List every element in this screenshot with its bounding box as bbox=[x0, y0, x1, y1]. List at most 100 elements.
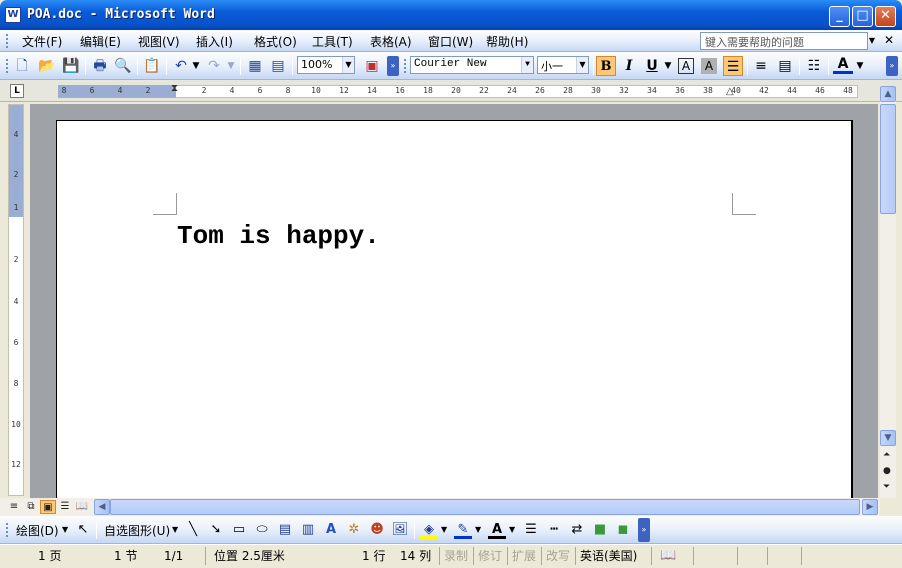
menu-edit[interactable]: 编辑(E) bbox=[80, 33, 121, 50]
new-document-icon[interactable]: 🗋 bbox=[12, 56, 32, 76]
format-toolbar-grip[interactable] bbox=[404, 59, 407, 73]
spelling-status-icon[interactable]: 📖 bbox=[656, 547, 694, 565]
bold-button[interactable]: B bbox=[596, 56, 616, 76]
reading-view-icon[interactable]: 📖 bbox=[74, 500, 90, 514]
save-icon[interactable]: 💾 bbox=[61, 56, 81, 76]
select-objects-icon[interactable]: ↖ bbox=[74, 521, 92, 539]
line-tool-icon[interactable]: ╲ bbox=[184, 521, 202, 539]
font-name-dropdown-icon[interactable]: ▼ bbox=[521, 57, 533, 73]
horizontal-scroll-thumb[interactable] bbox=[110, 499, 860, 515]
clipart-icon[interactable]: ☻ bbox=[368, 521, 386, 539]
status-language[interactable]: 英语(美国) bbox=[576, 547, 652, 565]
normal-view-icon[interactable]: ≡ bbox=[6, 500, 22, 514]
vertical-textbox-icon[interactable]: ▥ bbox=[299, 521, 317, 539]
document-text[interactable]: Tom is happy. bbox=[177, 221, 380, 251]
dash-style-icon[interactable]: ┅ bbox=[545, 521, 563, 539]
undo-icon[interactable]: ↶ bbox=[171, 56, 191, 76]
justify-button[interactable]: ☰ bbox=[723, 56, 743, 76]
font-color-button[interactable]: A bbox=[833, 56, 853, 74]
print-layout-icon[interactable]: ▣ bbox=[40, 500, 56, 514]
drawing-font-color-icon[interactable]: A bbox=[488, 521, 506, 539]
select-browse-object-icon[interactable]: ● bbox=[883, 466, 891, 476]
redo-dropdown-icon[interactable]: ▼ bbox=[226, 56, 236, 76]
open-folder-icon[interactable]: 📂 bbox=[37, 56, 57, 76]
print-icon[interactable]: 🖶 bbox=[90, 56, 110, 76]
read-mode-icon[interactable]: ▣ bbox=[362, 56, 382, 76]
scroll-left-icon[interactable]: ◀ bbox=[94, 499, 110, 515]
menu-grip-handle[interactable] bbox=[6, 34, 9, 48]
distributed-align-icon[interactable]: ▤ bbox=[775, 56, 795, 76]
zoom-select[interactable]: 100% ▼ bbox=[297, 56, 355, 74]
menu-table[interactable]: 表格(A) bbox=[370, 33, 412, 50]
zoom-dropdown-icon[interactable]: ▼ bbox=[342, 57, 354, 73]
next-page-icon[interactable]: ⏷ bbox=[883, 482, 890, 492]
line-style-icon[interactable]: ☰ bbox=[522, 521, 540, 539]
scroll-down-icon[interactable]: ▼ bbox=[880, 430, 896, 446]
title-bar[interactable]: W POA.doc - Microsoft Word _ □ ✕ bbox=[0, 0, 902, 30]
help-dropdown-arrow-icon[interactable]: ▼ bbox=[866, 32, 878, 50]
horizontal-scrollbar[interactable]: ◀ ▶ bbox=[94, 499, 878, 515]
previous-page-icon[interactable]: ⏶ bbox=[883, 450, 890, 460]
toolbar-options-icon-2[interactable]: » bbox=[886, 56, 898, 76]
autoshapes-dropdown-icon[interactable]: ▼ bbox=[172, 525, 178, 534]
scroll-right-icon[interactable]: ▶ bbox=[862, 499, 878, 515]
menu-insert[interactable]: 插入(I) bbox=[196, 33, 233, 50]
close-document-button[interactable]: ✕ bbox=[884, 33, 894, 47]
menu-help[interactable]: 帮助(H) bbox=[486, 33, 528, 50]
menu-tools[interactable]: 工具(T) bbox=[312, 33, 353, 50]
status-extend[interactable]: 扩展 bbox=[508, 547, 542, 565]
shadow-style-icon[interactable]: ■ bbox=[591, 521, 609, 539]
status-overtype[interactable]: 改写 bbox=[542, 547, 576, 565]
menu-file[interactable]: 文件(F) bbox=[22, 33, 62, 50]
arrow-style-icon[interactable]: ⇄ bbox=[568, 521, 586, 539]
drawing-toolbar-grip[interactable] bbox=[6, 523, 9, 537]
drawing-toolbar-options-icon[interactable]: » bbox=[638, 518, 650, 542]
toolbar-options-icon[interactable]: » bbox=[387, 56, 399, 76]
character-shading-button[interactable]: A bbox=[701, 58, 717, 74]
italic-button[interactable]: I bbox=[619, 56, 639, 76]
bullets-list-icon[interactable]: ☷ bbox=[804, 56, 824, 76]
drawing-font-color-dropdown-icon[interactable]: ▼ bbox=[509, 525, 515, 534]
diagram-icon[interactable]: ✲ bbox=[345, 521, 363, 539]
excel-table-icon[interactable]: ▤ bbox=[268, 56, 288, 76]
textbox-tool-icon[interactable]: ▤ bbox=[276, 521, 294, 539]
rectangle-tool-icon[interactable]: ▭ bbox=[230, 521, 248, 539]
tab-selector[interactable]: L bbox=[10, 84, 24, 98]
document-page[interactable]: Tom is happy. bbox=[56, 120, 853, 498]
autoshapes-menu-button[interactable]: 自选图形(U) bbox=[104, 522, 170, 539]
vertical-scrollbar[interactable]: ▲ ▼ ⏶ ● ⏷ bbox=[880, 86, 896, 498]
line-color-dropdown-icon[interactable]: ▼ bbox=[475, 525, 481, 534]
help-question-input[interactable]: 键入需要帮助的问题 bbox=[700, 32, 868, 50]
character-border-button[interactable]: A bbox=[678, 58, 694, 74]
arrow-tool-icon[interactable]: ➘ bbox=[207, 521, 225, 539]
underline-button[interactable]: U bbox=[642, 56, 662, 76]
font-color-dropdown-icon[interactable]: ▼ bbox=[855, 56, 865, 76]
oval-tool-icon[interactable]: ⬭ bbox=[253, 521, 271, 539]
menu-window[interactable]: 窗口(W) bbox=[428, 33, 473, 50]
underline-dropdown-icon[interactable]: ▼ bbox=[663, 56, 673, 76]
redo-icon[interactable]: ↷ bbox=[204, 56, 224, 76]
3d-style-icon[interactable]: ◼ bbox=[614, 521, 632, 539]
paste-icon[interactable]: 📋 bbox=[142, 56, 162, 76]
indent-marker-icon[interactable]: ⧗ bbox=[171, 83, 178, 94]
vertical-scroll-thumb[interactable] bbox=[880, 104, 896, 214]
toolbar-grip-handle[interactable] bbox=[6, 59, 9, 73]
minimize-button[interactable]: _ bbox=[829, 6, 850, 27]
status-track-changes[interactable]: 修订 bbox=[474, 547, 508, 565]
outline-view-icon[interactable]: ☰ bbox=[57, 500, 73, 514]
line-color-icon[interactable]: ✎ bbox=[454, 521, 472, 539]
wordart-icon[interactable]: A bbox=[322, 521, 340, 539]
status-record[interactable]: 录制 bbox=[440, 547, 474, 565]
print-preview-icon[interactable]: 🔍 bbox=[113, 56, 133, 76]
insert-table-icon[interactable]: ▦ bbox=[245, 56, 265, 76]
font-name-select[interactable]: Courier New ▼ bbox=[410, 56, 534, 74]
horizontal-ruler[interactable]: L ⧗ △ 8 6 4 2 2 4 6 8 10 12 14 16 18 20 … bbox=[0, 80, 902, 102]
close-button[interactable]: ✕ bbox=[875, 6, 896, 27]
insert-picture-icon[interactable]: 🖼 bbox=[391, 521, 409, 539]
menu-view[interactable]: 视图(V) bbox=[138, 33, 180, 50]
font-size-select[interactable]: 小一 ▼ bbox=[537, 56, 589, 74]
undo-dropdown-icon[interactable]: ▼ bbox=[191, 56, 201, 76]
web-view-icon[interactable]: ⧉ bbox=[23, 500, 39, 514]
font-size-dropdown-icon[interactable]: ▼ bbox=[576, 57, 588, 73]
scroll-up-icon[interactable]: ▲ bbox=[880, 86, 896, 102]
